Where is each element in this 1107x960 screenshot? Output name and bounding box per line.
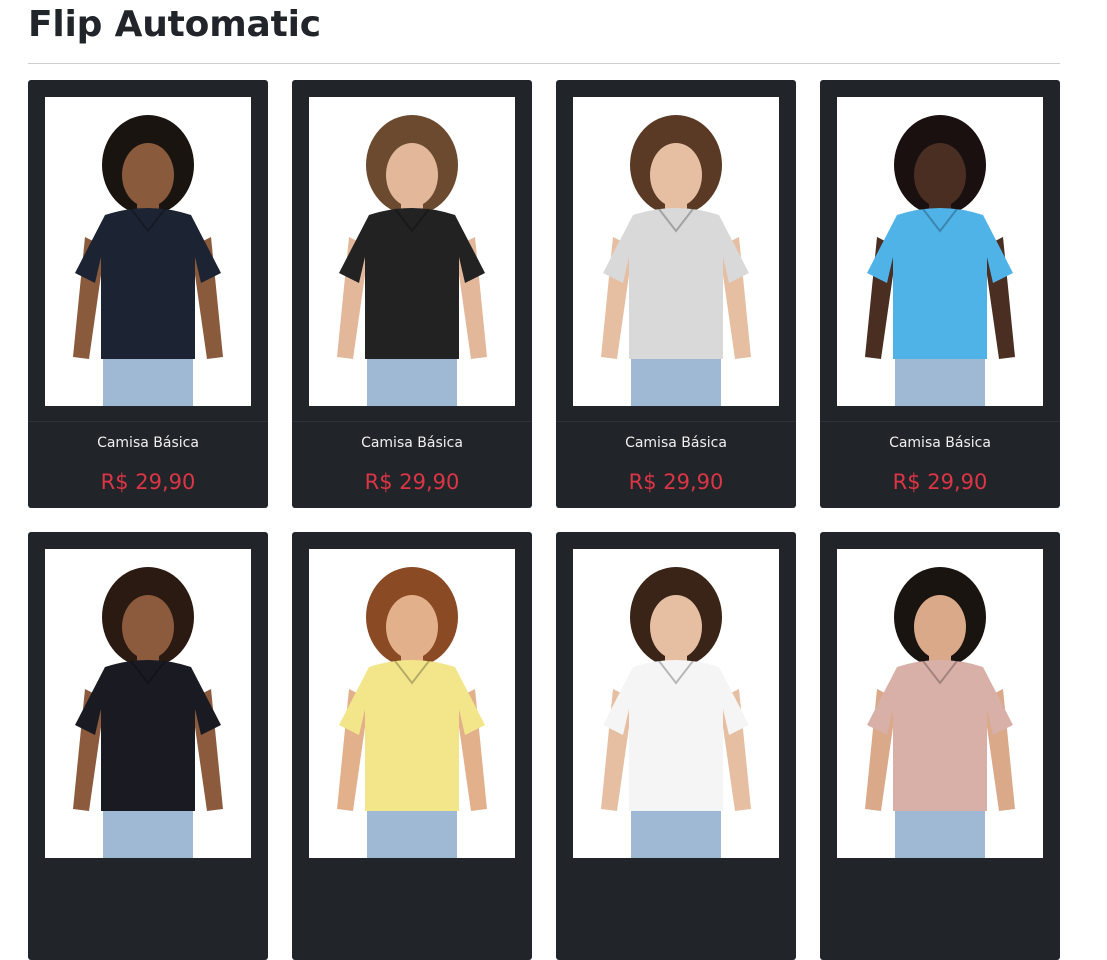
product-price: R$ 29,90: [892, 470, 988, 494]
product-price: R$ 29,90: [100, 470, 196, 494]
product-card[interactable]: Camisa Básica R$ 29,90: [28, 80, 268, 508]
product-image[interactable]: [837, 549, 1043, 858]
product-image[interactable]: [309, 97, 515, 406]
product-price: R$ 29,90: [364, 470, 460, 494]
product-card[interactable]: [28, 532, 268, 960]
woman-navy-polo-photo: [73, 115, 223, 406]
product-name: Camisa Básica: [97, 435, 199, 451]
page-title: Flip Automatic: [28, 4, 321, 45]
woman-white-print-tshirt-photo: [601, 567, 751, 858]
man-yellow-print-tshirt-photo: [337, 567, 487, 858]
woman-gray-polo-photo: [601, 115, 751, 406]
product-image[interactable]: [45, 97, 251, 406]
product-name: Camisa Básica: [889, 435, 991, 451]
product-card[interactable]: Camisa Básica R$ 29,90: [556, 80, 796, 508]
card-divider: [292, 421, 532, 422]
title-divider: [28, 63, 1060, 64]
product-card[interactable]: [556, 532, 796, 960]
man-dark-polo-photo: [73, 567, 223, 858]
product-image[interactable]: [45, 549, 251, 858]
product-image[interactable]: [309, 549, 515, 858]
product-card[interactable]: Camisa Básica R$ 29,90: [292, 80, 532, 508]
product-name: Camisa Básica: [361, 435, 463, 451]
product-image[interactable]: [573, 549, 779, 858]
product-price: R$ 29,90: [628, 470, 724, 494]
card-divider: [28, 421, 268, 422]
product-image[interactable]: [573, 97, 779, 406]
man-blue-tshirt-back-photo: [865, 115, 1015, 406]
card-divider: [556, 421, 796, 422]
product-image[interactable]: [837, 97, 1043, 406]
product-card[interactable]: Camisa Básica R$ 29,90: [820, 80, 1060, 508]
card-divider: [820, 421, 1060, 422]
product-card[interactable]: [292, 532, 532, 960]
product-card[interactable]: [820, 532, 1060, 960]
man-pink-print-tshirt-photo: [865, 567, 1015, 858]
product-name: Camisa Básica: [625, 435, 727, 451]
woman-black-polo-photo: [337, 115, 487, 406]
